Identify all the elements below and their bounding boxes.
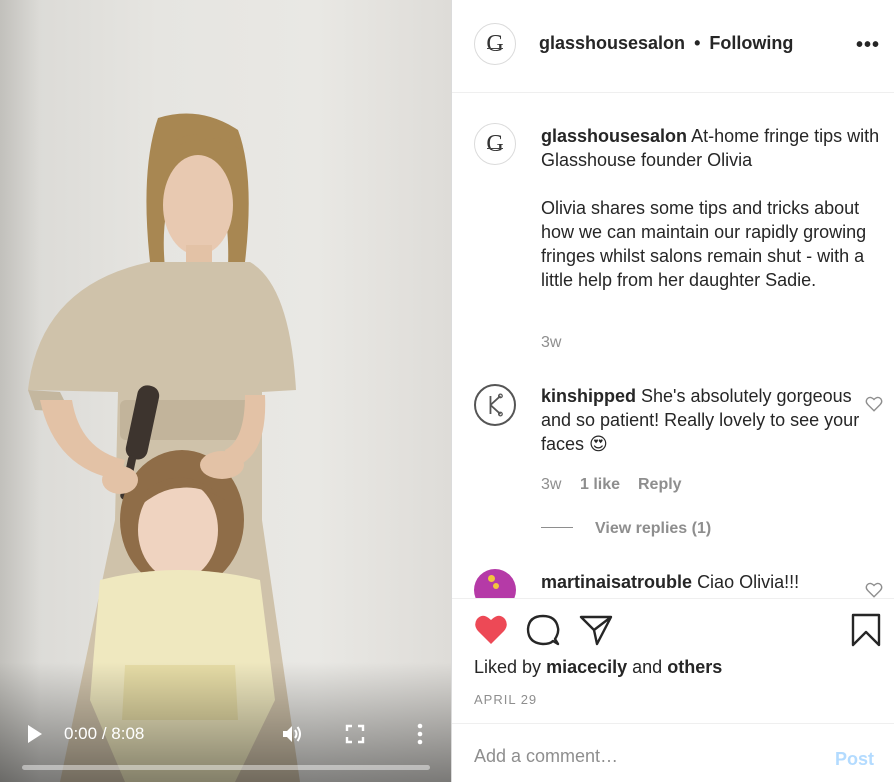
avatar-dot: [488, 575, 495, 582]
more-options-icon[interactable]: •••: [856, 34, 880, 57]
caption-avatar[interactable]: G: [474, 123, 516, 165]
fullscreen-icon[interactable]: [345, 724, 365, 744]
header-account: glasshousesalon • Following: [539, 33, 793, 54]
avatar[interactable]: G: [474, 23, 516, 65]
liked-by-and: and: [632, 657, 663, 677]
add-comment-bar: Post: [452, 723, 894, 782]
avatar-dot: [493, 583, 499, 589]
header-username[interactable]: glasshousesalon: [539, 33, 685, 53]
liked-by-prefix: Liked by: [474, 657, 542, 677]
video-player[interactable]: 0:00 / 8:08: [0, 0, 451, 782]
replies-divider: [541, 527, 573, 528]
commenter-avatar-martinaisatrouble[interactable]: [474, 569, 516, 598]
more-vertical-icon[interactable]: [410, 722, 430, 746]
post-button[interactable]: Post: [835, 749, 874, 770]
bookmark-icon[interactable]: [848, 613, 884, 647]
commenter-avatar-kinshipped[interactable]: [474, 384, 516, 426]
comment-text: kinshipped She's absolutely gorgeous and…: [541, 384, 886, 456]
caption-age[interactable]: 3w: [541, 334, 561, 352]
comment-body: Ciao Olivia!!!: [697, 572, 800, 592]
controls-gradient: [0, 662, 451, 782]
heart-icon[interactable]: [473, 613, 509, 647]
play-icon[interactable]: [24, 723, 44, 745]
comment-username[interactable]: kinshipped: [541, 386, 636, 406]
reply-button[interactable]: Reply: [638, 476, 682, 494]
time-display: 0:00 / 8:08: [64, 724, 144, 744]
post-actions: Liked by miacecily and others APRIL 29: [452, 598, 894, 723]
liked-by-text: Liked by miacecily and others: [474, 657, 722, 678]
time-separator: /: [101, 724, 107, 743]
liked-by-others[interactable]: others: [667, 657, 722, 677]
video-progress-bar[interactable]: [22, 765, 430, 770]
volume-icon[interactable]: [280, 722, 304, 746]
comment-username[interactable]: martinaisatrouble: [541, 572, 692, 592]
share-icon[interactable]: [578, 613, 614, 647]
caption-title: glasshousesalon At-home fringe tips with…: [541, 124, 886, 172]
post-header: G glasshousesalon • Following •••: [452, 0, 894, 93]
comment-like-icon[interactable]: [865, 395, 883, 413]
duration: 8:08: [111, 724, 145, 743]
current-time: 0:00: [64, 724, 98, 743]
post-panel: G glasshousesalon • Following ••• G glas…: [451, 0, 894, 782]
following-button[interactable]: Following: [709, 33, 793, 53]
comment-input[interactable]: [474, 742, 814, 770]
caption-body: Olivia shares some tips and tricks about…: [541, 198, 867, 290]
post-date[interactable]: APRIL 29: [474, 692, 537, 707]
view-replies-button[interactable]: View replies (1): [595, 520, 711, 538]
liked-by-user[interactable]: miacecily: [546, 657, 627, 677]
comment-likes[interactable]: 1 like: [580, 476, 620, 494]
comment-age[interactable]: 3w: [541, 476, 561, 494]
caption-username[interactable]: glasshousesalon: [541, 126, 687, 146]
comment-text: martinaisatrouble Ciao Olivia!!!: [541, 570, 886, 594]
comment-like-icon[interactable]: [865, 581, 883, 598]
comment-icon[interactable]: [525, 613, 561, 647]
header-separator: •: [694, 33, 701, 53]
comments-area[interactable]: G glasshousesalon At-home fringe tips wi…: [452, 93, 894, 598]
